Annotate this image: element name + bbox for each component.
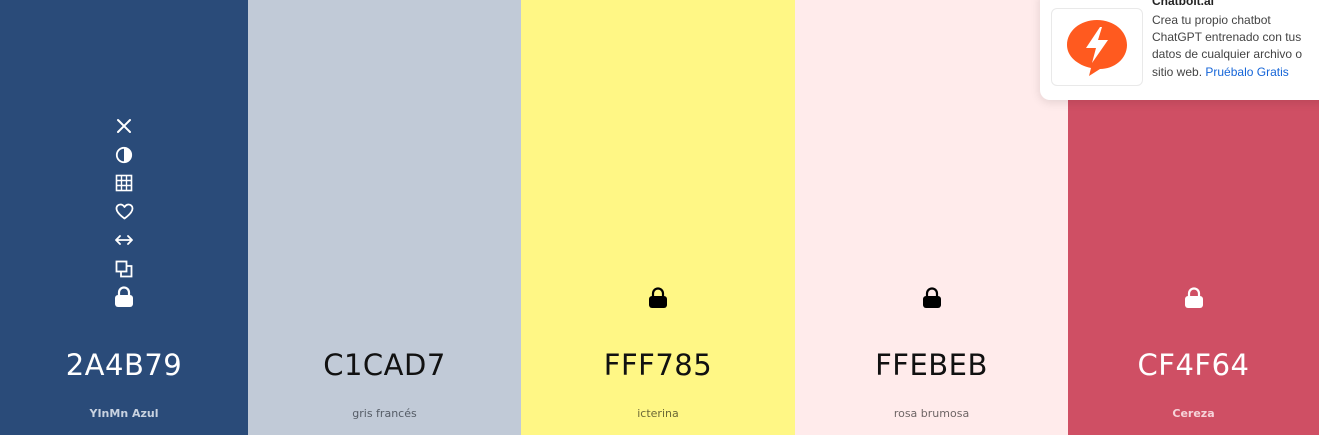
- color-name[interactable]: YInMn Azul: [0, 407, 248, 420]
- swatch-yinmn-azul[interactable]: 2A4B79 YInMn Azul: [0, 0, 248, 435]
- lock-icon: [1184, 287, 1203, 308]
- contrast-icon: [115, 146, 133, 163]
- hex-code[interactable]: FFEBEB: [795, 348, 1068, 382]
- swatch-toolbar: [0, 115, 248, 315]
- lock-icon: [922, 287, 941, 308]
- hex-code[interactable]: CF4F64: [1068, 348, 1319, 382]
- hex-code[interactable]: 2A4B79: [0, 348, 248, 382]
- hex-code[interactable]: C1CAD7: [248, 348, 521, 382]
- view-grid-button[interactable]: [113, 172, 135, 194]
- color-name[interactable]: gris francés: [248, 407, 521, 420]
- copy-icon: [115, 260, 133, 277]
- heart-icon: [115, 203, 133, 220]
- swatch-icterina[interactable]: FFF785 icterina: [521, 0, 795, 435]
- hex-code[interactable]: FFF785: [521, 348, 795, 382]
- sponsored-ad-card[interactable]: Chatbolt.ai Crea tu propio chatbot ChatG…: [1040, 0, 1319, 100]
- lock-button[interactable]: [1183, 286, 1205, 310]
- chatbolt-logo-icon: [1067, 20, 1127, 76]
- drag-button[interactable]: [113, 229, 135, 251]
- ad-cta-link[interactable]: Pruébalo Gratis: [1205, 65, 1288, 79]
- shades-grid-icon: [115, 174, 133, 192]
- ad-logo[interactable]: [1051, 8, 1143, 86]
- swatch-gris-frances[interactable]: C1CAD7 gris francés: [248, 0, 521, 435]
- ad-description: Crea tu propio chatbot ChatGPT entrenado…: [1152, 12, 1319, 81]
- lock-button[interactable]: [647, 286, 669, 310]
- lock-icon: [649, 287, 667, 308]
- swatch-rosa-brumosa[interactable]: FFEBEB rosa brumosa: [795, 0, 1068, 435]
- remove-color-button[interactable]: [113, 115, 135, 137]
- toggle-lock-button[interactable]: [113, 286, 135, 308]
- save-color-button[interactable]: [113, 201, 135, 223]
- lock-open-icon: [115, 286, 133, 307]
- ad-title[interactable]: Chatbolt.ai: [1152, 0, 1214, 8]
- drag-arrows-icon: [115, 235, 133, 245]
- close-icon: [117, 119, 131, 133]
- view-shades-button[interactable]: [113, 144, 135, 166]
- lock-button[interactable]: [921, 286, 943, 310]
- color-name[interactable]: rosa brumosa: [795, 407, 1068, 420]
- color-name[interactable]: icterina: [521, 407, 795, 420]
- copy-hex-button[interactable]: [113, 258, 135, 280]
- color-name[interactable]: Cereza: [1068, 407, 1319, 420]
